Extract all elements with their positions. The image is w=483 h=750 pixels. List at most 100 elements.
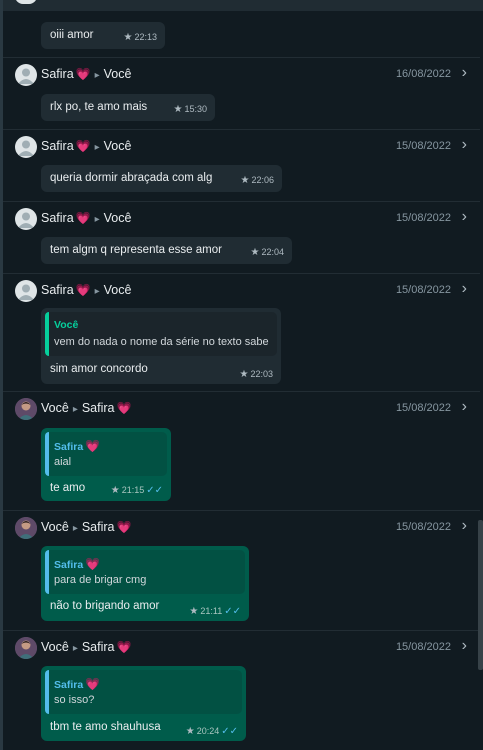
chevron-right-icon[interactable]: › — [462, 280, 467, 298]
quoted-sender: Você — [54, 319, 79, 331]
sender-name: Você — [41, 401, 69, 415]
separator: ▸ — [72, 404, 78, 415]
message-bubble[interactable]: Você vem do nada o nome da série no text… — [41, 308, 281, 384]
group-header[interactable]: Você ▸ Safira 💗 15/08/2022 › — [15, 637, 467, 659]
group-header[interactable]: Safira 💗 ▸ Você 15/08/2022 › — [15, 280, 467, 302]
avatar — [15, 398, 37, 420]
read-receipt-icon: ✓✓ — [146, 485, 163, 496]
message-text: não to brigando amor — [50, 600, 160, 612]
recipient-name: Você — [103, 67, 132, 81]
group-header[interactable]: Safira 💗 ▸ Você 16/08/2022 › — [15, 64, 467, 86]
message-time: 22:04 — [261, 247, 284, 257]
group-header[interactable]: Safira 💗 ▸ Você 15/08/2022 › — [15, 208, 467, 230]
group-header[interactable]: Você ▸ Safira 💗 15/08/2022 › — [15, 398, 467, 420]
sender-names: Você ▸ Safira 💗 — [41, 520, 131, 534]
profile-photo-icon — [15, 517, 37, 539]
message-meta: ★ 20:24 ✓✓ — [186, 726, 238, 737]
chevron-right-icon[interactable]: › — [462, 64, 467, 82]
message-bubble[interactable]: queria dormir abraçada com alg ★ 22:06 — [41, 165, 282, 192]
message-group: Safira 💗 ▸ Você 15/08/2022 › queria dormir … — [3, 130, 480, 202]
quoted-sender: Safira 💗 — [54, 677, 101, 691]
message-bubble[interactable]: oiii amor ★ 22:13 — [41, 22, 165, 49]
message-text: oiii amor — [50, 29, 94, 41]
star-icon: ★ — [173, 104, 183, 115]
quoted-message[interactable]: Safira 💗 so isso? — [45, 670, 242, 714]
separator: ▸ — [94, 214, 100, 225]
star-icon: ★ — [239, 369, 249, 380]
quoted-text: para de brigar cmg — [54, 574, 147, 586]
separator: ▸ — [94, 142, 100, 153]
message-bubble[interactable]: Safira 💗 para de brigar cmg não to brigan… — [41, 546, 249, 621]
heart-emoji-icon: 💗 — [75, 211, 91, 225]
message-text: te amo — [50, 482, 86, 494]
heart-emoji-icon: 💗 — [85, 557, 101, 571]
chevron-right-icon[interactable]: › — [462, 637, 467, 655]
chevron-right-icon[interactable]: › — [462, 398, 467, 416]
group-header[interactable]: Safira 💗 ▸ Você 15/08/2022 › — [15, 136, 467, 158]
sender-name: Você — [41, 640, 69, 654]
sender-name: Safira — [41, 211, 74, 225]
star-icon: ★ — [185, 726, 195, 737]
heart-emoji-icon: 💗 — [116, 640, 132, 654]
quoted-message[interactable]: Você vem do nada o nome da série no text… — [45, 312, 277, 356]
message-group: Você ▸ Safira 💗 15/08/2022 › Safira 💗 so iss… — [3, 631, 480, 750]
quoted-message[interactable]: Safira 💗 para de brigar cmg — [45, 550, 245, 594]
message-meta: ★ 15:30 — [174, 104, 208, 115]
message-group: Safira 💗 ▸ Você 16/08/2022 › rlx po, te amo… — [3, 58, 480, 130]
person-icon — [18, 212, 34, 228]
avatar — [15, 64, 37, 86]
group-header[interactable]: Você ▸ Safira 💗 15/08/2022 › — [15, 517, 467, 539]
chevron-right-icon[interactable]: › — [462, 136, 467, 154]
message-date: 15/08/2022 — [395, 641, 451, 653]
profile-photo-icon — [15, 637, 37, 659]
message-text: tem algm q representa esse amor — [50, 244, 222, 256]
avatar — [15, 0, 37, 4]
message-group: Você ▸ Safira 💗 15/08/2022 › Safira 💗 aial t… — [3, 392, 480, 511]
recipient-name: Safira — [81, 640, 115, 654]
message-date: 15/08/2022 — [395, 402, 451, 414]
message-bubble[interactable]: rlx po, te amo mais ★ 15:30 — [41, 94, 215, 121]
chevron-right-icon[interactable]: › — [462, 208, 467, 226]
message-time: 22:13 — [134, 32, 157, 42]
star-icon: ★ — [250, 247, 260, 258]
heart-emoji-icon: 💗 — [75, 283, 91, 297]
message-date: 15/08/2022 — [395, 212, 451, 224]
sender-names: Você ▸ Safira 💗 — [41, 401, 131, 415]
quoted-text: so isso? — [54, 694, 95, 706]
profile-photo-icon — [15, 398, 37, 420]
sender-names: Você ▸ Safira 💗 — [41, 640, 131, 654]
person-icon — [18, 140, 34, 156]
message-time: 15:30 — [184, 104, 207, 114]
avatar — [15, 208, 37, 230]
sender-name: Safira — [41, 67, 74, 81]
quoted-text: aial — [54, 456, 72, 468]
heart-emoji-icon: 💗 — [85, 677, 101, 691]
message-date: 15/08/2022 — [395, 284, 451, 296]
message-meta: ★ 22:06 — [241, 175, 275, 186]
message-text: rlx po, te amo mais — [50, 101, 148, 113]
sender-names: Safira 💗 ▸ Você — [41, 139, 131, 153]
message-bubble[interactable]: Safira 💗 so isso? tbm te amo shauhusa ★ 20… — [41, 666, 246, 741]
recipient-name: Você — [103, 139, 132, 153]
quoted-message[interactable]: Safira 💗 aial — [45, 432, 167, 476]
scrollbar[interactable] — [478, 520, 483, 670]
recipient-name: Safira — [81, 520, 115, 534]
avatar — [15, 637, 37, 659]
message-meta: ★ 21:11 ✓✓ — [189, 606, 241, 617]
message-date: 15/08/2022 — [395, 521, 451, 533]
avatar — [15, 280, 37, 302]
message-date: 15/08/2022 — [395, 140, 451, 152]
chevron-right-icon[interactable]: › — [462, 517, 467, 535]
avatar — [15, 517, 37, 539]
recipient-name: Você — [103, 283, 132, 297]
message-time: 20:24 — [196, 726, 220, 736]
person-icon — [18, 68, 34, 84]
sender-names: Safira 💗 ▸ Você — [41, 67, 131, 81]
message-meta: ★ 21:15 ✓✓ — [111, 485, 163, 496]
message-text: queria dormir abraçada com alg — [50, 172, 213, 184]
person-icon — [18, 284, 34, 300]
sender-names: Safira 💗 ▸ Você — [41, 283, 131, 297]
sender-names: Safira 💗 ▸ Você — [41, 211, 131, 225]
message-bubble[interactable]: Safira 💗 aial te amo ★ 21:15 ✓✓ — [41, 428, 171, 501]
message-bubble[interactable]: tem algm q representa esse amor ★ 22:04 — [41, 237, 292, 264]
